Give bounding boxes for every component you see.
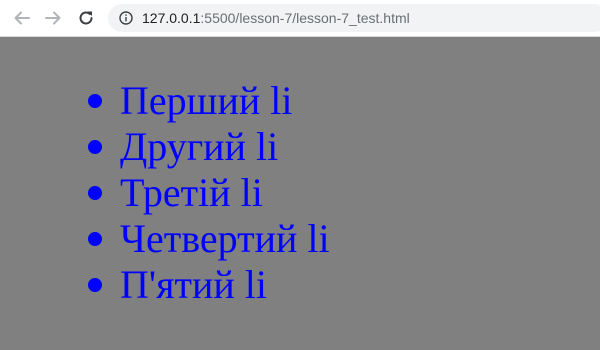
list-item-text: Перший li — [120, 78, 293, 123]
bullet-icon — [88, 232, 102, 246]
browser-toolbar: 127.0.0.1:5500/lesson-7/lesson-7_test.ht… — [0, 0, 600, 37]
info-icon[interactable] — [119, 11, 133, 25]
list-item-text: Другий li — [120, 124, 279, 169]
arrow-left-icon — [14, 11, 30, 25]
list-item-text: П'ятий li — [120, 262, 268, 307]
url-path: :5500/lesson-7/lesson-7_test.html — [200, 10, 410, 26]
list-item-text: Третій li — [120, 170, 263, 215]
back-button[interactable] — [12, 8, 32, 28]
forward-button[interactable] — [43, 8, 63, 28]
bullet-icon — [88, 186, 102, 200]
reload-icon — [79, 11, 93, 25]
page-content: Перший li Другий li Третій li Четвертий … — [0, 37, 600, 350]
url-text[interactable]: 127.0.0.1:5500/lesson-7/lesson-7_test.ht… — [142, 4, 410, 32]
bullet-icon — [88, 94, 102, 108]
address-bar[interactable]: 127.0.0.1:5500/lesson-7/lesson-7_test.ht… — [108, 4, 600, 32]
url-host: 127.0.0.1 — [142, 10, 201, 26]
list-item-text: Четвертий li — [120, 216, 330, 261]
reload-button[interactable] — [76, 8, 96, 28]
bullet-icon — [88, 278, 102, 292]
arrow-right-icon — [45, 11, 61, 25]
bullet-icon — [88, 140, 102, 154]
